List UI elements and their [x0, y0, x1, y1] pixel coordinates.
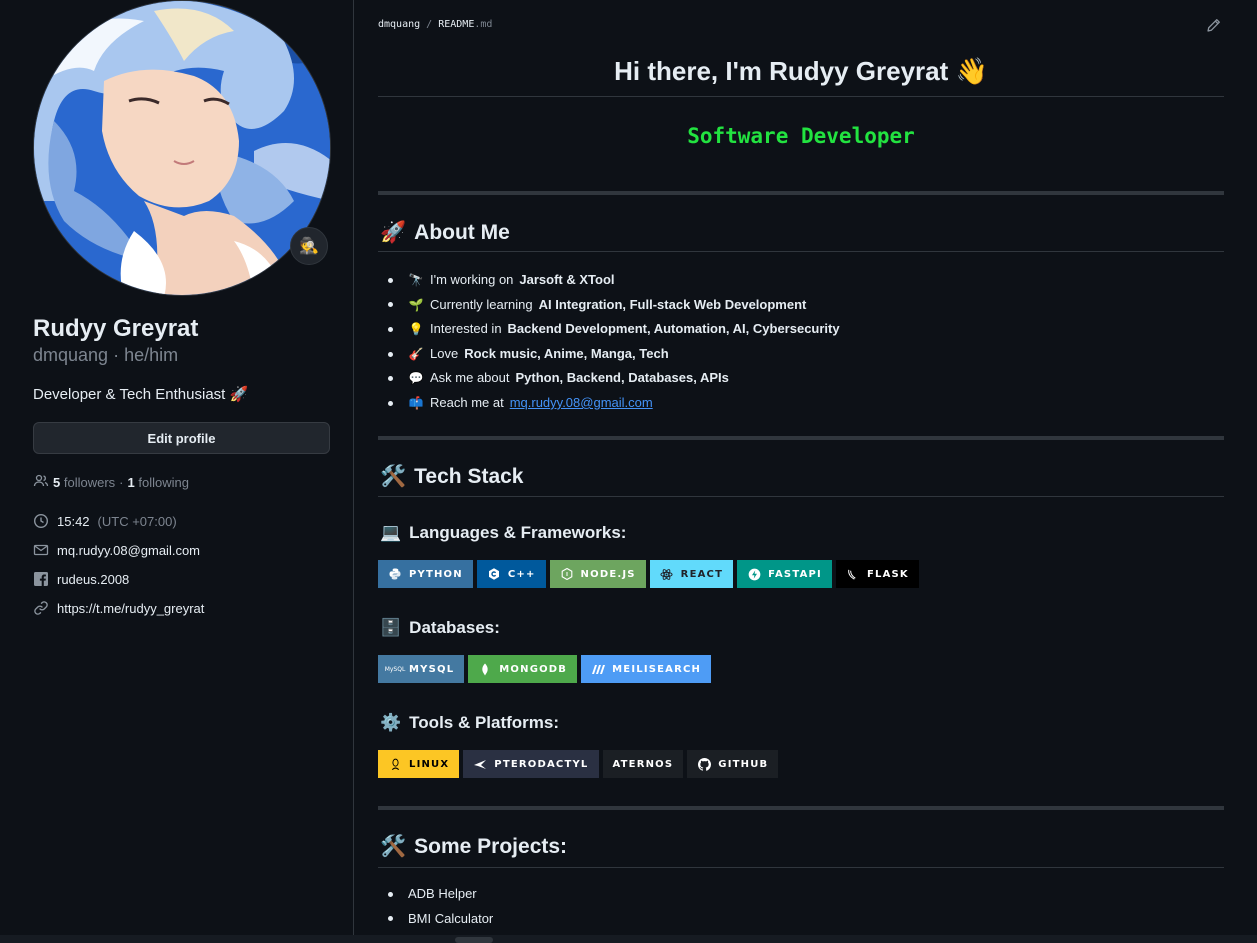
profile-bio: Developer & Tech Enthusiast 🚀 — [33, 386, 249, 403]
badge-cpp[interactable]: C++ — [476, 560, 546, 588]
divider — [378, 251, 1224, 252]
edit-profile-button[interactable]: Edit profile — [33, 422, 330, 454]
languages-badges: PYTHON C++ NODE.JS REACT FASTAPI FLASK — [378, 560, 919, 588]
gear-icon: ⚙️ — [380, 713, 402, 732]
divider — [378, 436, 1224, 440]
tools-icon: 🛠️ — [380, 835, 407, 858]
badge-meilisearch[interactable]: MEILISEARCH — [581, 655, 712, 683]
readme-panel: dmquang / README.md Hi there, I'm Rudyy … — [355, 0, 1257, 935]
react-icon — [660, 567, 674, 581]
tools-heading: ⚙️ Tools & Platforms: — [380, 713, 560, 732]
projects-heading: 🛠️ Some Projects: — [380, 835, 568, 858]
scrollbar-thumb[interactable] — [455, 937, 493, 943]
profile-name: Rudyy Greyrat — [33, 315, 199, 342]
edit-readme-icon[interactable] — [1206, 18, 1221, 36]
badge-pterodactyl[interactable]: PTERODACTYL — [463, 750, 599, 778]
list-item: 🔭 I'm working on Jarsoft & XTool — [388, 268, 840, 293]
languages-heading: 💻 Languages & Frameworks: — [380, 523, 627, 542]
tools-icon: 🛠️ — [380, 465, 407, 488]
projects-list: ADB Helper BMI Calculator — [388, 882, 493, 931]
facebook-icon — [33, 571, 49, 587]
divider — [378, 496, 1224, 497]
mysql-icon: MySQL — [384, 665, 406, 673]
badge-github[interactable]: GITHUB — [687, 750, 779, 778]
nodejs-icon — [560, 567, 574, 581]
breadcrumb-user[interactable]: dmquang — [378, 19, 420, 30]
rocket-icon: 🚀 — [380, 221, 407, 244]
list-item: ADB Helper — [388, 882, 493, 907]
pronouns: he/him — [124, 345, 179, 365]
flask-icon — [846, 567, 860, 581]
badge-flask[interactable]: FLASK — [835, 560, 919, 588]
tech-heading: 🛠️ Tech Stack — [380, 465, 524, 488]
breadcrumb-file: README — [438, 19, 475, 30]
readme-title: Hi there, I'm Rudyy Greyrat 👋 — [614, 56, 988, 86]
badge-nodejs[interactable]: NODE.JS — [549, 560, 646, 588]
databases-badges: MySQL MYSQL MONGODB MEILISEARCH — [378, 655, 712, 683]
people-icon — [33, 473, 49, 492]
email-link[interactable]: mq.rudyy.08@gmail.com — [510, 391, 653, 416]
following-link[interactable]: 1 following — [128, 475, 189, 490]
list-item: 🎸 Love Rock music, Anime, Manga, Tech — [388, 342, 840, 367]
python-icon — [388, 567, 402, 581]
facebook-item[interactable]: rudeus.2008 — [33, 571, 129, 587]
divider — [378, 191, 1224, 195]
profile-login: dmquang · he/him — [33, 345, 179, 365]
laptop-icon: 💻 — [380, 523, 402, 542]
mongodb-icon — [478, 662, 492, 676]
avatar-illustration — [34, 1, 330, 295]
badge-mongodb[interactable]: MONGODB — [468, 655, 578, 683]
databases-heading: 🗄️ Databases: — [380, 618, 500, 637]
pterodactyl-icon — [473, 757, 487, 771]
badge-fastapi[interactable]: FASTAPI — [737, 560, 832, 588]
local-time: 15:42 (UTC +07:00) — [33, 513, 177, 529]
clock-icon — [33, 513, 49, 529]
cpp-icon — [487, 567, 501, 581]
about-list: 🔭 I'm working on Jarsoft & XTool 🌱 Current… — [388, 268, 840, 416]
list-item: 💬 Ask me about Python, Backend, Databases… — [388, 366, 840, 391]
list-item: 🌱 Currently learning AI Integration, Full… — [388, 293, 840, 318]
divider — [378, 96, 1224, 97]
followers-link[interactable]: 5 followers — [53, 475, 115, 490]
follow-stats: 5 followers · 1 following — [33, 473, 189, 492]
link-icon — [33, 600, 49, 616]
horizontal-scrollbar[interactable] — [0, 935, 1257, 943]
list-item: 💡 Interested in Backend Development, Auto… — [388, 317, 840, 342]
website-item[interactable]: https://t.me/rudyy_greyrat — [33, 600, 204, 616]
meilisearch-icon — [591, 662, 606, 676]
badge-linux[interactable]: LINUX — [378, 750, 460, 778]
status-emoji-icon: 🕵 — [299, 238, 319, 255]
divider — [378, 867, 1224, 868]
about-heading: 🚀 About Me — [380, 221, 510, 244]
fastapi-icon — [747, 567, 761, 581]
profile-sidebar: 🕵 Rudyy Greyrat dmquang · he/him Develop… — [0, 0, 354, 935]
divider — [378, 806, 1224, 810]
linux-icon — [388, 757, 402, 771]
mail-icon — [33, 542, 49, 558]
username: dmquang — [33, 345, 109, 365]
email-item[interactable]: mq.rudyy.08@gmail.com — [33, 542, 200, 558]
breadcrumb: dmquang / README.md — [378, 19, 493, 30]
badge-aternos[interactable]: ATERNOS — [602, 750, 684, 778]
database-icon: 🗄️ — [380, 618, 402, 637]
badge-react[interactable]: REACT — [649, 560, 734, 588]
list-item: BMI Calculator — [388, 907, 493, 932]
badge-python[interactable]: PYTHON — [378, 560, 473, 588]
github-icon — [697, 757, 711, 771]
tools-badges: LINUX PTERODACTYL ATERNOS GITHUB — [378, 750, 779, 778]
profile-avatar[interactable] — [33, 0, 331, 296]
list-item: 📫 Reach me at mq.rudyy.08@gmail.com — [388, 391, 840, 416]
typing-banner: Software Developer — [687, 124, 915, 148]
status-emoji[interactable]: 🕵 — [290, 227, 328, 265]
badge-mysql[interactable]: MySQL MYSQL — [378, 655, 465, 683]
